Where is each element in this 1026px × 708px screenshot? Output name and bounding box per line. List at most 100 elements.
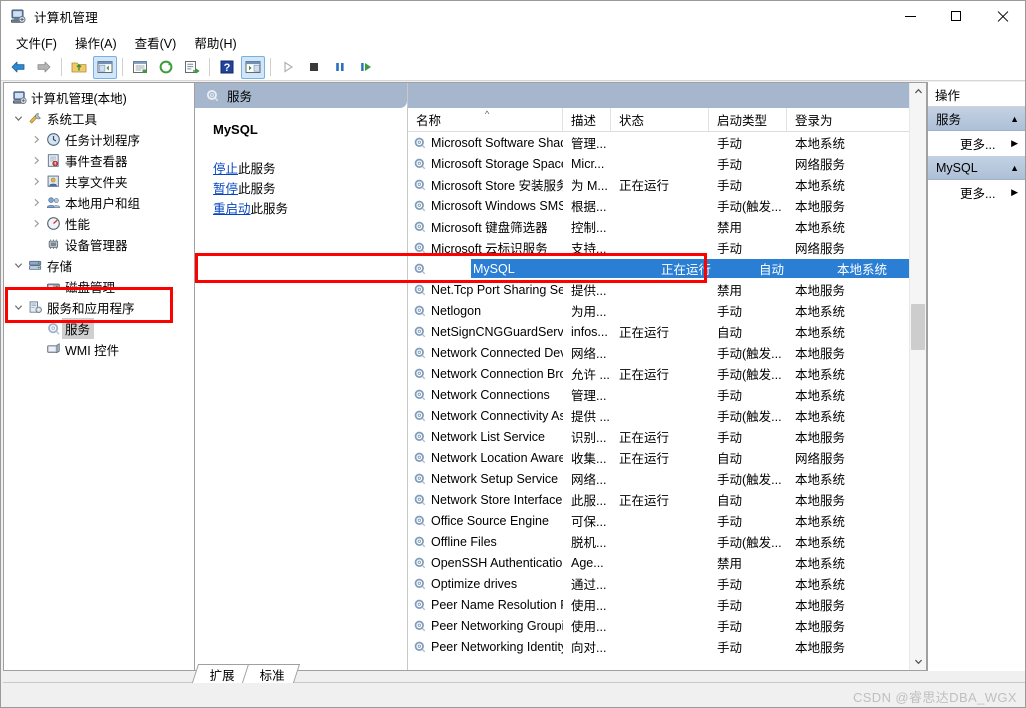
chevron-right-icon[interactable]	[28, 219, 44, 228]
tree-item-wmi-control[interactable]: WMI 控件	[4, 339, 194, 360]
table-row[interactable]: Network Location Aware... 收集... 正在运行 自动 …	[408, 447, 909, 468]
forward-button[interactable]	[32, 56, 56, 79]
column-header-description[interactable]: 描述	[563, 108, 611, 131]
table-row[interactable]: OpenSSH Authentication ... Age... 禁用 本地系…	[408, 552, 909, 573]
tree-item-system-tools[interactable]: 系统工具	[4, 108, 194, 129]
show-hide-tree-button[interactable]	[93, 55, 117, 79]
export-list-button[interactable]	[180, 56, 204, 79]
table-row[interactable]: Microsoft Storage Space... Micr... 手动 网络…	[408, 153, 909, 174]
tree-item-disk-management[interactable]: 磁盘管理	[4, 276, 194, 297]
chevron-right-icon[interactable]	[28, 177, 44, 186]
table-row[interactable]: Microsoft 云标识服务 支持... 手动 网络服务	[408, 237, 909, 258]
stop-service-link-row[interactable]: 停止此服务	[213, 159, 407, 179]
tree-item-storage[interactable]: 存储	[4, 255, 194, 276]
computer-management-window: 计算机管理 文件(F) 操作(A) 查看(V) 帮助(H) ? 计算机管理(本地…	[0, 0, 1026, 708]
gear-icon	[413, 577, 427, 591]
stop-service-button[interactable]	[302, 56, 326, 79]
menu-file[interactable]: 文件(F)	[7, 31, 66, 54]
stop-service-link[interactable]: 停止	[213, 162, 238, 176]
table-row[interactable]: Microsoft Store 安装服务 为 M... 正在运行 手动 本地系统	[408, 174, 909, 195]
pause-service-button[interactable]	[328, 56, 352, 79]
stop-icon	[310, 63, 318, 71]
menu-help[interactable]: 帮助(H)	[185, 31, 245, 54]
table-row[interactable]: MySQL 正在运行 自动 本地系统	[408, 258, 909, 279]
tree-item-performance[interactable]: 性能	[4, 213, 194, 234]
tree-item-device-manager[interactable]: 设备管理器	[4, 234, 194, 255]
results-content: 服务 MySQL 停止此服务 暂停此服务 重启动此服务 名称 ^ 描述 状态 启…	[195, 83, 926, 670]
column-header-log-on-as[interactable]: 登录为	[787, 108, 867, 131]
chevron-down-icon[interactable]	[10, 114, 26, 123]
actions-group-mysql[interactable]: MySQL ▲	[928, 156, 1025, 180]
cell-status: 正在运行	[619, 179, 670, 193]
cell-name: Peer Networking Groupi...	[408, 619, 563, 633]
help-button[interactable]: ?	[215, 56, 239, 79]
table-row[interactable]: Offline Files 脱机... 手动(触发... 本地系统	[408, 531, 909, 552]
chevron-right-icon[interactable]	[28, 198, 44, 207]
list-vertical-scrollbar[interactable]	[909, 83, 926, 670]
tab-standard[interactable]: 标准	[241, 664, 301, 683]
chevron-down-icon[interactable]	[10, 303, 26, 312]
table-row[interactable]: Network Connection Bro... 允许 ... 正在运行 手动…	[408, 363, 909, 384]
tab-extended[interactable]: 扩展	[191, 664, 251, 683]
table-row[interactable]: Office Source Engine 可保... 手动 本地系统	[408, 510, 909, 531]
chevron-down-icon[interactable]	[10, 261, 26, 270]
restart-service-link-row[interactable]: 重启动此服务	[213, 199, 407, 219]
column-header-name[interactable]: 名称 ^	[408, 108, 563, 131]
start-service-button[interactable]	[276, 56, 300, 79]
tree-item-task-scheduler[interactable]: 任务计划程序	[4, 129, 194, 150]
chevron-up-icon[interactable]: ▲	[1010, 163, 1019, 173]
table-row[interactable]: Network Connectivity Ass... 提供 ... 手动(触发…	[408, 405, 909, 426]
back-button[interactable]	[6, 56, 30, 79]
scrollbar-track[interactable]	[910, 100, 926, 653]
services-list-rows[interactable]: Microsoft Software Shad... 管理... 手动 本地系统…	[408, 132, 909, 670]
table-row[interactable]: Microsoft Software Shad... 管理... 手动 本地系统	[408, 132, 909, 153]
table-row[interactable]: Net.Tcp Port Sharing Ser... 提供... 禁用 本地服…	[408, 279, 909, 300]
table-row[interactable]: Microsoft Windows SMS ... 根据... 手动(触发...…	[408, 195, 909, 216]
menu-view[interactable]: 查看(V)	[126, 31, 186, 54]
restart-service-button[interactable]	[354, 56, 378, 79]
show-action-pane-button[interactable]	[241, 55, 265, 79]
gear-icon	[413, 262, 427, 276]
table-row[interactable]: Microsoft 键盘筛选器 控制... 禁用 本地系统	[408, 216, 909, 237]
actions-services-more[interactable]: 更多... ▶	[928, 131, 1025, 156]
table-row[interactable]: Optimize drives 通过... 手动 本地系统	[408, 573, 909, 594]
table-row[interactable]: Peer Name Resolution Pr... 使用... 手动 本地服务	[408, 594, 909, 615]
up-one-level-button[interactable]	[67, 56, 91, 79]
refresh-button[interactable]	[154, 56, 178, 79]
tree-item-shared-folders[interactable]: 共享文件夹	[4, 171, 194, 192]
table-row[interactable]: Network List Service 识别... 正在运行 手动 本地服务	[408, 426, 909, 447]
actions-mysql-more[interactable]: 更多... ▶	[928, 180, 1025, 205]
maximize-button[interactable]	[933, 1, 979, 31]
actions-group-services[interactable]: 服务 ▲	[928, 107, 1025, 131]
minimize-button[interactable]	[887, 1, 933, 31]
cell-description: 管理...	[571, 389, 607, 403]
pause-service-link[interactable]: 暂停	[213, 182, 238, 196]
chevron-right-icon[interactable]	[28, 156, 44, 165]
chevron-right-icon[interactable]	[28, 135, 44, 144]
scrollbar-thumb[interactable]	[911, 304, 925, 350]
tree-item-root[interactable]: 计算机管理(本地)	[4, 87, 194, 108]
scroll-up-button[interactable]	[910, 83, 926, 100]
tree-item-services-and-applications[interactable]: 服务和应用程序	[4, 297, 194, 318]
close-button[interactable]	[979, 1, 1025, 31]
restart-service-link[interactable]: 重启动	[213, 202, 251, 216]
chevron-up-icon[interactable]: ▲	[1010, 114, 1019, 124]
column-header-startup-type[interactable]: 启动类型	[709, 108, 787, 131]
properties-button[interactable]	[128, 56, 152, 79]
table-row[interactable]: Network Connected Devi... 网络... 手动(触发...…	[408, 342, 909, 363]
table-row[interactable]: Network Store Interface ... 此服... 正在运行 自…	[408, 489, 909, 510]
console-tree-pane: 计算机管理(本地) 系统工具 任务计划程序 事件查看器 共享文件夹 本地用户和组…	[3, 82, 195, 671]
stop-service-suffix: 此服务	[238, 162, 276, 176]
table-row[interactable]: Network Setup Service 网络... 手动(触发... 本地系…	[408, 468, 909, 489]
table-row[interactable]: Peer Networking Groupi... 使用... 手动 本地服务	[408, 615, 909, 636]
table-row[interactable]: Netlogon 为用... 手动 本地系统	[408, 300, 909, 321]
pause-service-link-row[interactable]: 暂停此服务	[213, 179, 407, 199]
column-header-status[interactable]: 状态	[611, 108, 709, 131]
table-row[interactable]: NetSignCNGGuardService infos... 正在运行 自动 …	[408, 321, 909, 342]
table-row[interactable]: Network Connections 管理... 手动 本地系统	[408, 384, 909, 405]
menu-action[interactable]: 操作(A)	[66, 31, 126, 54]
tree-item-local-users-groups[interactable]: 本地用户和组	[4, 192, 194, 213]
table-row[interactable]: Peer Networking Identity... 向对... 手动 本地服…	[408, 636, 909, 657]
tree-item-event-viewer[interactable]: 事件查看器	[4, 150, 194, 171]
tree-item-services[interactable]: 服务	[4, 318, 194, 339]
